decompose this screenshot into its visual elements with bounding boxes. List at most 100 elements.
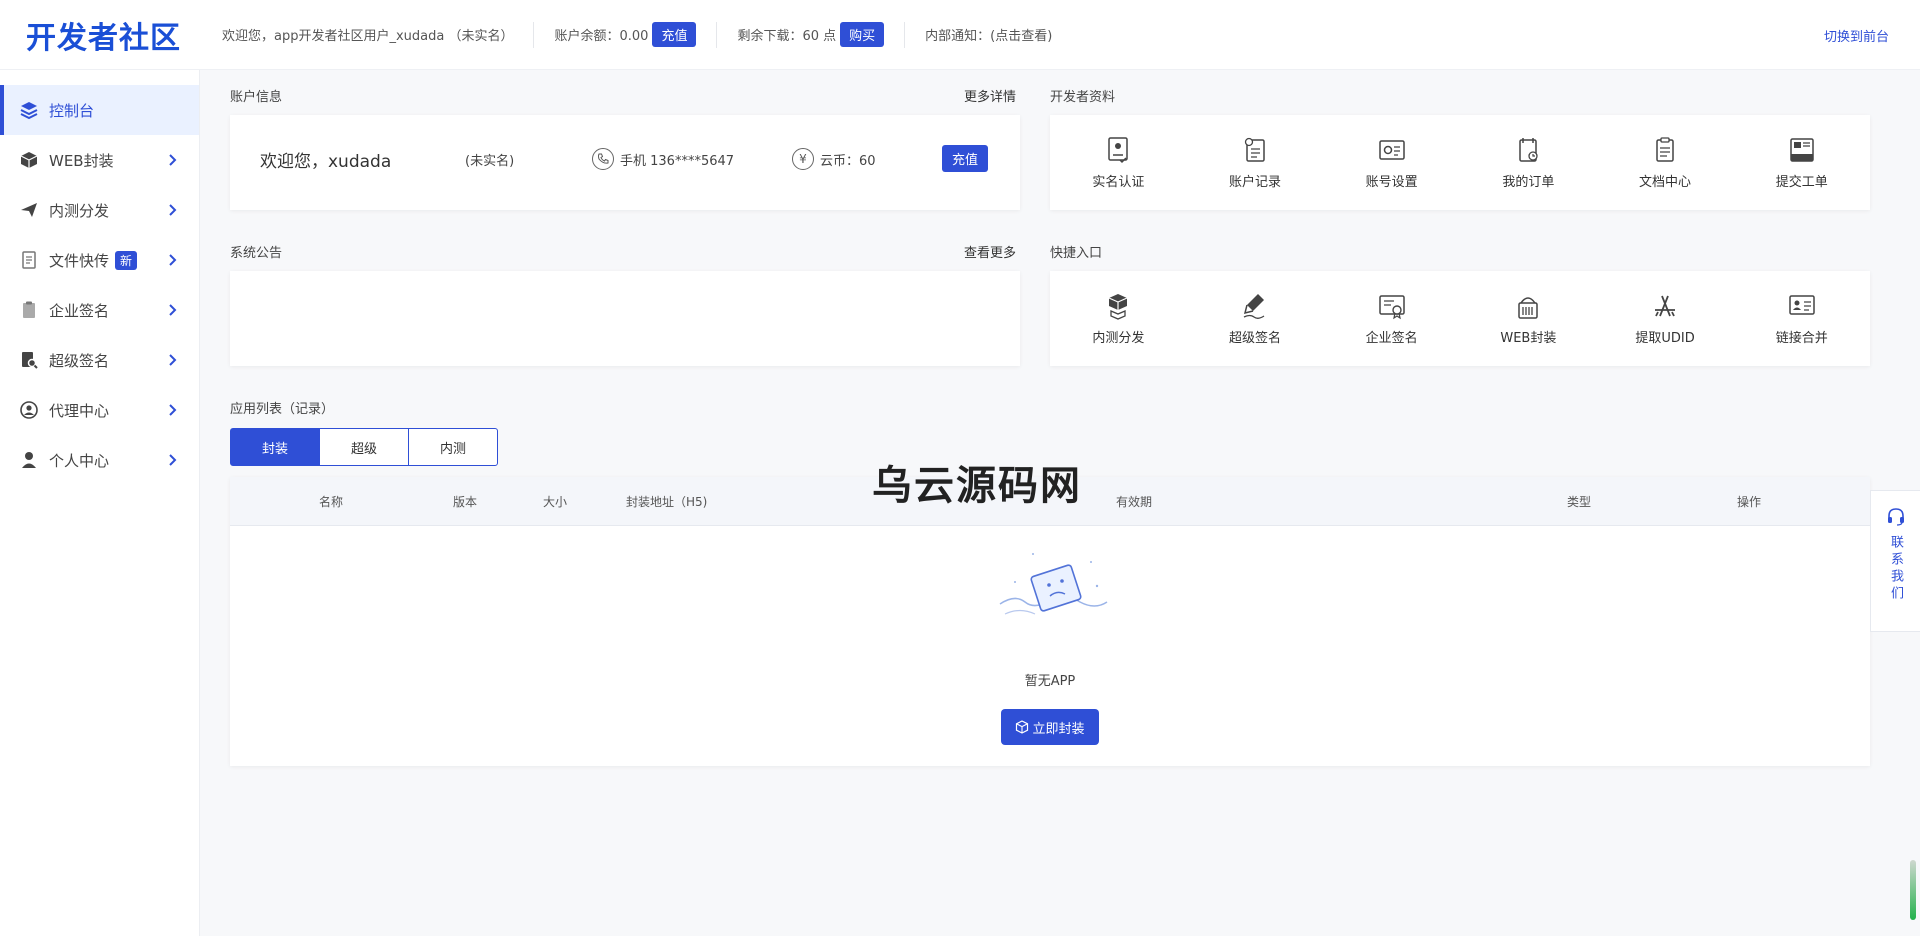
sidebar-item-agent-center[interactable]: 代理中心 (0, 385, 199, 435)
chevron-right-icon (169, 354, 177, 366)
quick-item-super-sign[interactable]: 超级签名 (1187, 291, 1324, 346)
grid-label: 账号设置 (1365, 175, 1418, 190)
developer-section-title: 开发者资料 (1050, 90, 1116, 105)
notice-segment[interactable]: 内部通知：(点击查看) (905, 22, 1072, 48)
headset-icon (1887, 508, 1904, 526)
account-welcome: 欢迎您，xudada (260, 152, 392, 172)
dev-item-account-record[interactable]: 账户记录 (1187, 135, 1324, 190)
quick-item-udid[interactable]: 提取UDID (1597, 291, 1734, 346)
column-header-size: 大小 (542, 495, 568, 509)
top-bar: 开发者社区 欢迎您，app开发者社区用户_xudada （未实名） 账户余额：0… (0, 0, 1920, 70)
package-icon (1518, 297, 1539, 319)
link-card-icon (1788, 295, 1815, 315)
scroll-indicator[interactable] (1910, 860, 1916, 920)
account-recharge-button[interactable]: 充值 (942, 145, 989, 172)
paper-plane-icon (18, 199, 40, 221)
downloads-text: 剩余下载：60 点 (737, 29, 837, 44)
tab-beta[interactable]: 内测 (408, 428, 498, 466)
quick-item-web-package[interactable]: WEB封装 (1460, 291, 1597, 346)
column-header-actions: 操作 (1736, 495, 1762, 509)
grid-label: 实名认证 (1092, 175, 1145, 190)
chevron-right-icon (169, 454, 177, 466)
quick-item-enterprise-sign[interactable]: 企业签名 (1323, 291, 1460, 346)
sidebar-item-enterprise-sign[interactable]: 企业签名 (0, 285, 199, 335)
search-doc-icon (18, 349, 40, 371)
welcome-segment: 欢迎您，app开发者社区用户_xudada （未实名） (200, 21, 535, 48)
downloads-segment: 剩余下载：60 点 购买 (717, 21, 906, 48)
tab-package[interactable]: 封装 (230, 428, 320, 466)
tab-super[interactable]: 超级 (319, 428, 409, 466)
contact-us-float[interactable]: 联系我们 (1870, 490, 1920, 632)
pen-icon (1243, 294, 1265, 319)
account-panel: 欢迎您，xudada (未实名) 手机 136****5647 ¥ 云币：60 … (230, 115, 1020, 210)
sidebar-item-label: 内测分发 (49, 201, 110, 220)
grid-label: 超级签名 (1229, 331, 1282, 346)
file-icon (18, 249, 40, 271)
box-icon (1016, 720, 1029, 734)
sidebar: 控制台 WEB封装 内测分发 文件快传 新 企业签名 超级签名 代理中心 个人中… (0, 70, 200, 936)
phone-info: 手机 136****5647 (592, 148, 734, 170)
dev-item-my-orders[interactable]: 我的订单 (1460, 135, 1597, 190)
sidebar-item-console[interactable]: 控制台 (0, 85, 199, 135)
recharge-button[interactable]: 充值 (652, 22, 697, 47)
quick-item-link-merge[interactable]: 链接合并 (1733, 291, 1870, 346)
account-more-link[interactable]: 更多详情 (964, 86, 1016, 105)
column-header-name: 名称 (318, 495, 344, 509)
grid-label: 企业签名 (1365, 331, 1418, 346)
order-icon (1519, 138, 1538, 162)
grid-label: 提交工单 (1775, 175, 1828, 190)
sidebar-item-super-sign[interactable]: 超级签名 (0, 335, 199, 385)
package-now-button[interactable]: 立即封装 (1001, 709, 1099, 745)
account-section-title: 账户信息 (230, 90, 283, 105)
balance-segment: 账户余额：0.00 充值 (534, 21, 718, 48)
grid-label: 内测分发 (1092, 331, 1145, 346)
chevron-right-icon (169, 404, 177, 416)
sidebar-item-label: 代理中心 (49, 401, 110, 420)
app-list-title: 应用列表（记录） (230, 402, 335, 417)
switch-frontend-link[interactable]: 切换到前台 (1824, 26, 1889, 45)
grid-label: 提取UDID (1635, 331, 1695, 346)
yen-icon: ¥ (792, 148, 814, 170)
box-icon (18, 149, 40, 171)
sidebar-item-file-transfer[interactable]: 文件快传 新 (0, 235, 199, 285)
ticket-icon (1789, 138, 1814, 162)
empty-box-illustration (999, 553, 1108, 615)
dev-item-submit-ticket[interactable]: 提交工单 (1733, 135, 1870, 190)
app-table: 名称 版本 大小 封装地址（H5) 有效期 类型 操作 暂无APP 立即封装 (230, 477, 1870, 766)
notice-link[interactable]: 内部通知：(点击查看) (925, 25, 1052, 44)
record-icon (1244, 137, 1265, 162)
document-icon (1656, 137, 1674, 162)
chevron-right-icon (169, 154, 177, 166)
quick-panel: 内测分发 超级签名 企业签名 WEB封装 提取UDID 链接合并 (1050, 271, 1870, 366)
sidebar-item-beta-distribution[interactable]: 内测分发 (0, 185, 199, 235)
dev-item-docs-center[interactable]: 文档中心 (1597, 135, 1734, 190)
verify-icon (1108, 137, 1129, 164)
new-badge: 新 (115, 250, 138, 270)
user-icon (18, 449, 40, 471)
sidebar-item-label: 文件快传 (49, 251, 110, 270)
sidebar-item-web-package[interactable]: WEB封装 (0, 135, 199, 185)
chevron-right-icon (169, 204, 177, 216)
site-logo[interactable]: 开发者社区 (0, 13, 200, 57)
dev-item-account-settings[interactable]: 账号设置 (1323, 135, 1460, 190)
certificate-icon (1378, 295, 1405, 320)
sidebar-item-personal-center[interactable]: 个人中心 (0, 435, 199, 485)
quick-item-beta[interactable]: 内测分发 (1050, 291, 1187, 346)
layers-icon (18, 99, 40, 121)
real-name-status: (未实名) (465, 154, 515, 169)
phone-icon (592, 148, 614, 170)
grid-label: 文档中心 (1639, 175, 1692, 190)
dev-item-verify[interactable]: 实名认证 (1050, 135, 1187, 190)
chevron-right-icon (169, 254, 177, 266)
column-header-url: 封装地址（H5) (626, 495, 708, 509)
column-header-type: 类型 (1566, 495, 1592, 509)
buy-button[interactable]: 购买 (840, 22, 885, 47)
clipboard-icon (18, 299, 40, 321)
chevron-right-icon (169, 304, 177, 316)
welcome-text: 欢迎您，app开发者社区用户_xudada （未实名） (222, 29, 514, 44)
grid-label: 我的订单 (1502, 175, 1555, 190)
balance-text: 账户余额：0.00 (554, 29, 649, 44)
column-header-version: 版本 (452, 495, 478, 509)
announcement-more-link[interactable]: 查看更多 (964, 242, 1016, 261)
announcement-section-title: 系统公告 (230, 246, 283, 261)
